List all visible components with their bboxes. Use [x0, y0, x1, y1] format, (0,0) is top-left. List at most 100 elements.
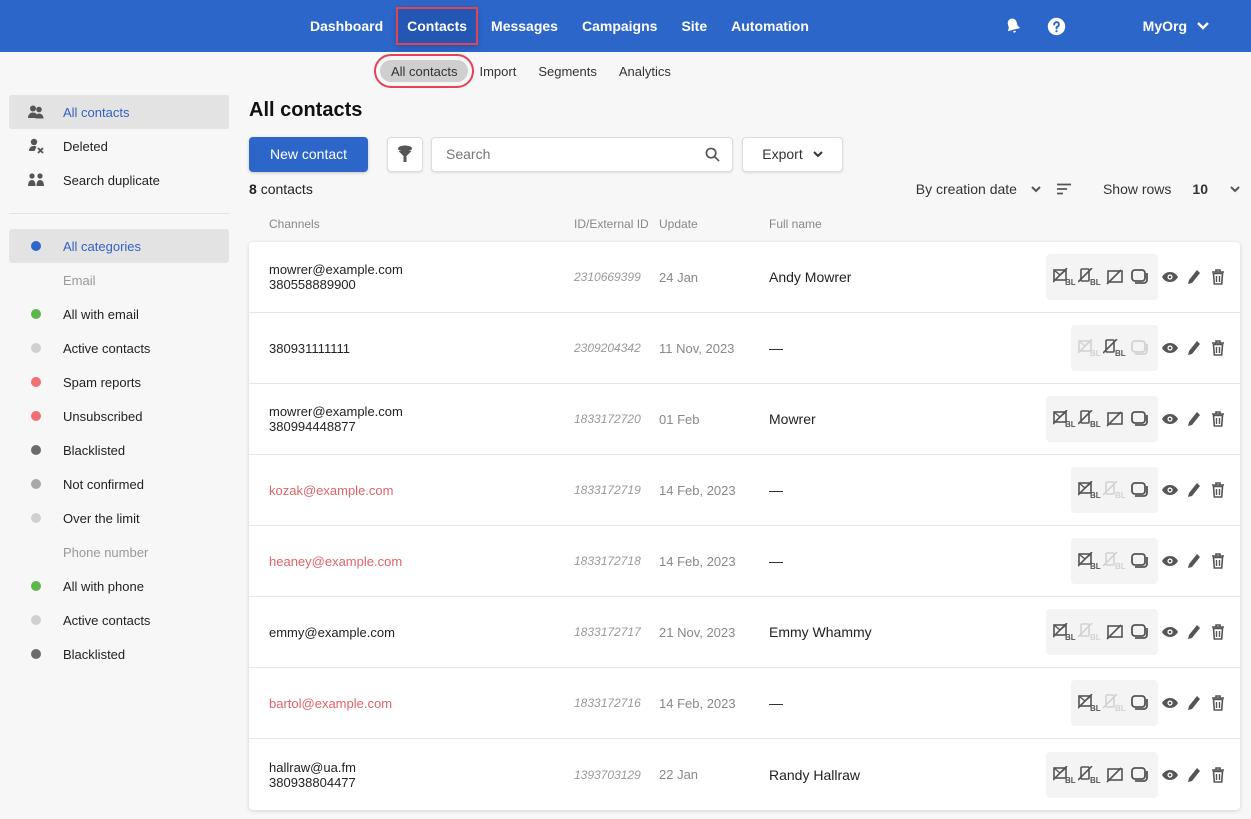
email-blacklist-icon[interactable]: BL	[1052, 408, 1077, 430]
messenger-icon[interactable]	[1127, 550, 1152, 572]
show-rows-select[interactable]: 10	[1192, 181, 1240, 197]
email-blacklist-icon[interactable]: BL	[1052, 266, 1077, 288]
nav-automation[interactable]: Automation	[721, 8, 819, 44]
view-icon[interactable]	[1158, 479, 1182, 501]
delete-icon[interactable]	[1206, 337, 1230, 359]
edit-icon[interactable]	[1182, 550, 1206, 572]
sidebar-item-phone-blacklisted[interactable]: Blacklisted	[9, 637, 229, 671]
phone-blacklist-icon[interactable]: BL	[1102, 692, 1127, 714]
subnav-analytics[interactable]: Analytics	[608, 60, 682, 82]
sidebar-item-all-categories[interactable]: All categories	[9, 229, 229, 263]
filter-button[interactable]	[387, 136, 423, 172]
view-icon[interactable]	[1158, 621, 1182, 643]
phone-blacklist-icon[interactable]: BL	[1077, 764, 1102, 786]
category-dot	[31, 377, 41, 387]
phone-blacklist-icon[interactable]: BL	[1102, 337, 1127, 359]
email-blacklist-icon[interactable]: BL	[1077, 479, 1102, 501]
table-row[interactable]: hallraw@ua.fm 380938804477 1393703129 22 Ja…	[249, 739, 1240, 810]
edit-icon[interactable]	[1182, 692, 1206, 714]
view-icon[interactable]	[1158, 692, 1182, 714]
subnav-all-contacts[interactable]: All contacts	[373, 54, 475, 88]
sms-icon[interactable]	[1102, 408, 1127, 430]
nav-contacts[interactable]: Contacts	[396, 7, 479, 45]
table-row[interactable]: kozak@example.com 1833172719 14 Feb, 2023 —…	[249, 455, 1240, 526]
nav-messages[interactable]: Messages	[481, 8, 568, 44]
messenger-icon[interactable]	[1127, 479, 1152, 501]
search-input[interactable]	[446, 146, 705, 162]
sidebar-item-email-active-contacts[interactable]: Active contacts	[9, 331, 229, 365]
sidebar-item-phone-all-with-phone[interactable]: All with phone	[9, 569, 229, 603]
delete-icon[interactable]	[1206, 764, 1230, 786]
messenger-icon[interactable]	[1127, 692, 1152, 714]
sidebar-item-email-blacklisted[interactable]: Blacklisted	[9, 433, 229, 467]
sidebar-item-email-all-with-email[interactable]: All with email	[9, 297, 229, 331]
messenger-icon[interactable]	[1127, 266, 1152, 288]
table-row[interactable]: bartol@example.com 1833172716 14 Feb, 2023…	[249, 668, 1240, 739]
delete-icon[interactable]	[1206, 692, 1230, 714]
bell-icon[interactable]	[1003, 16, 1023, 36]
row-actions: BL BL	[1046, 751, 1230, 798]
sidebar-item-email-unsubscribed[interactable]: Unsubscribed	[9, 399, 229, 433]
sidebar-item-email-spam-reports[interactable]: Spam reports	[9, 365, 229, 399]
sms-icon[interactable]	[1102, 266, 1127, 288]
edit-icon[interactable]	[1182, 621, 1206, 643]
sidebar-item-search-duplicate[interactable]: Search duplicate	[9, 163, 229, 197]
phone-blacklist-icon[interactable]: BL	[1102, 550, 1127, 572]
view-icon[interactable]	[1158, 408, 1182, 430]
edit-icon[interactable]	[1182, 764, 1206, 786]
phone-blacklist-icon[interactable]: BL	[1077, 266, 1102, 288]
sort-select[interactable]: By creation date	[916, 181, 1041, 197]
delete-icon[interactable]	[1206, 266, 1230, 288]
view-icon[interactable]	[1158, 337, 1182, 359]
delete-icon[interactable]	[1206, 408, 1230, 430]
sort-order-icon[interactable]	[1056, 183, 1071, 195]
channel-status-box: BL BL	[1071, 325, 1158, 371]
messenger-icon[interactable]	[1127, 621, 1152, 643]
delete-icon[interactable]	[1206, 621, 1230, 643]
sidebar-item-all-contacts[interactable]: All contacts	[9, 95, 229, 129]
edit-icon[interactable]	[1182, 337, 1206, 359]
subnav-import[interactable]: Import	[468, 60, 527, 82]
sidebar-item-email-over-the-limit[interactable]: Over the limit	[9, 501, 229, 535]
messenger-icon[interactable]	[1127, 408, 1152, 430]
table-row[interactable]: heaney@example.com 1833172718 14 Feb, 2023…	[249, 526, 1240, 597]
sms-icon[interactable]	[1102, 764, 1127, 786]
sidebar-item-email-not-confirmed[interactable]: Not confirmed	[9, 467, 229, 501]
table-row[interactable]: 380931111111 2309204342 11 Nov, 2023 — BL BL	[249, 313, 1240, 384]
email-blacklist-icon[interactable]: BL	[1052, 621, 1077, 643]
new-contact-button[interactable]: New contact	[249, 136, 368, 172]
table-row[interactable]: mowrer@example.com 380558889900 2310669399…	[249, 242, 1240, 313]
nav-site[interactable]: Site	[671, 8, 717, 44]
delete-icon[interactable]	[1206, 479, 1230, 501]
export-button[interactable]: Export	[742, 136, 843, 172]
search-icon[interactable]	[705, 147, 720, 162]
messenger-icon[interactable]	[1127, 764, 1152, 786]
subnav-segments[interactable]: Segments	[527, 60, 608, 82]
view-icon[interactable]	[1158, 266, 1182, 288]
email-blacklist-icon[interactable]: BL	[1077, 550, 1102, 572]
sidebar-item-label: All categories	[63, 238, 142, 254]
delete-icon[interactable]	[1206, 550, 1230, 572]
view-icon[interactable]	[1158, 764, 1182, 786]
sidebar-item-deleted[interactable]: Deleted	[9, 129, 229, 163]
phone-blacklist-icon[interactable]: BL	[1077, 621, 1102, 643]
edit-icon[interactable]	[1182, 479, 1206, 501]
email-blacklist-icon[interactable]: BL	[1077, 337, 1102, 359]
phone-blacklist-icon[interactable]: BL	[1102, 479, 1127, 501]
sidebar-item-phone-active-contacts[interactable]: Active contacts	[9, 603, 229, 637]
table-row[interactable]: emmy@example.com 1833172717 21 Nov, 2023 Em…	[249, 597, 1240, 668]
org-switcher[interactable]: MyOrg	[1143, 18, 1209, 34]
nav-dashboard[interactable]: Dashboard	[300, 8, 393, 44]
table-row[interactable]: mowrer@example.com 380994448877 1833172720…	[249, 384, 1240, 455]
help-icon[interactable]	[1047, 16, 1067, 36]
view-icon[interactable]	[1158, 550, 1182, 572]
sms-icon[interactable]	[1102, 621, 1127, 643]
phone-blacklist-icon[interactable]: BL	[1077, 408, 1102, 430]
edit-icon[interactable]	[1182, 408, 1206, 430]
nav-campaigns[interactable]: Campaigns	[572, 8, 667, 44]
edit-icon[interactable]	[1182, 266, 1206, 288]
messenger-icon[interactable]	[1127, 337, 1152, 359]
filter-icon	[398, 145, 412, 162]
email-blacklist-icon[interactable]: BL	[1052, 764, 1077, 786]
email-blacklist-icon[interactable]: BL	[1077, 692, 1102, 714]
